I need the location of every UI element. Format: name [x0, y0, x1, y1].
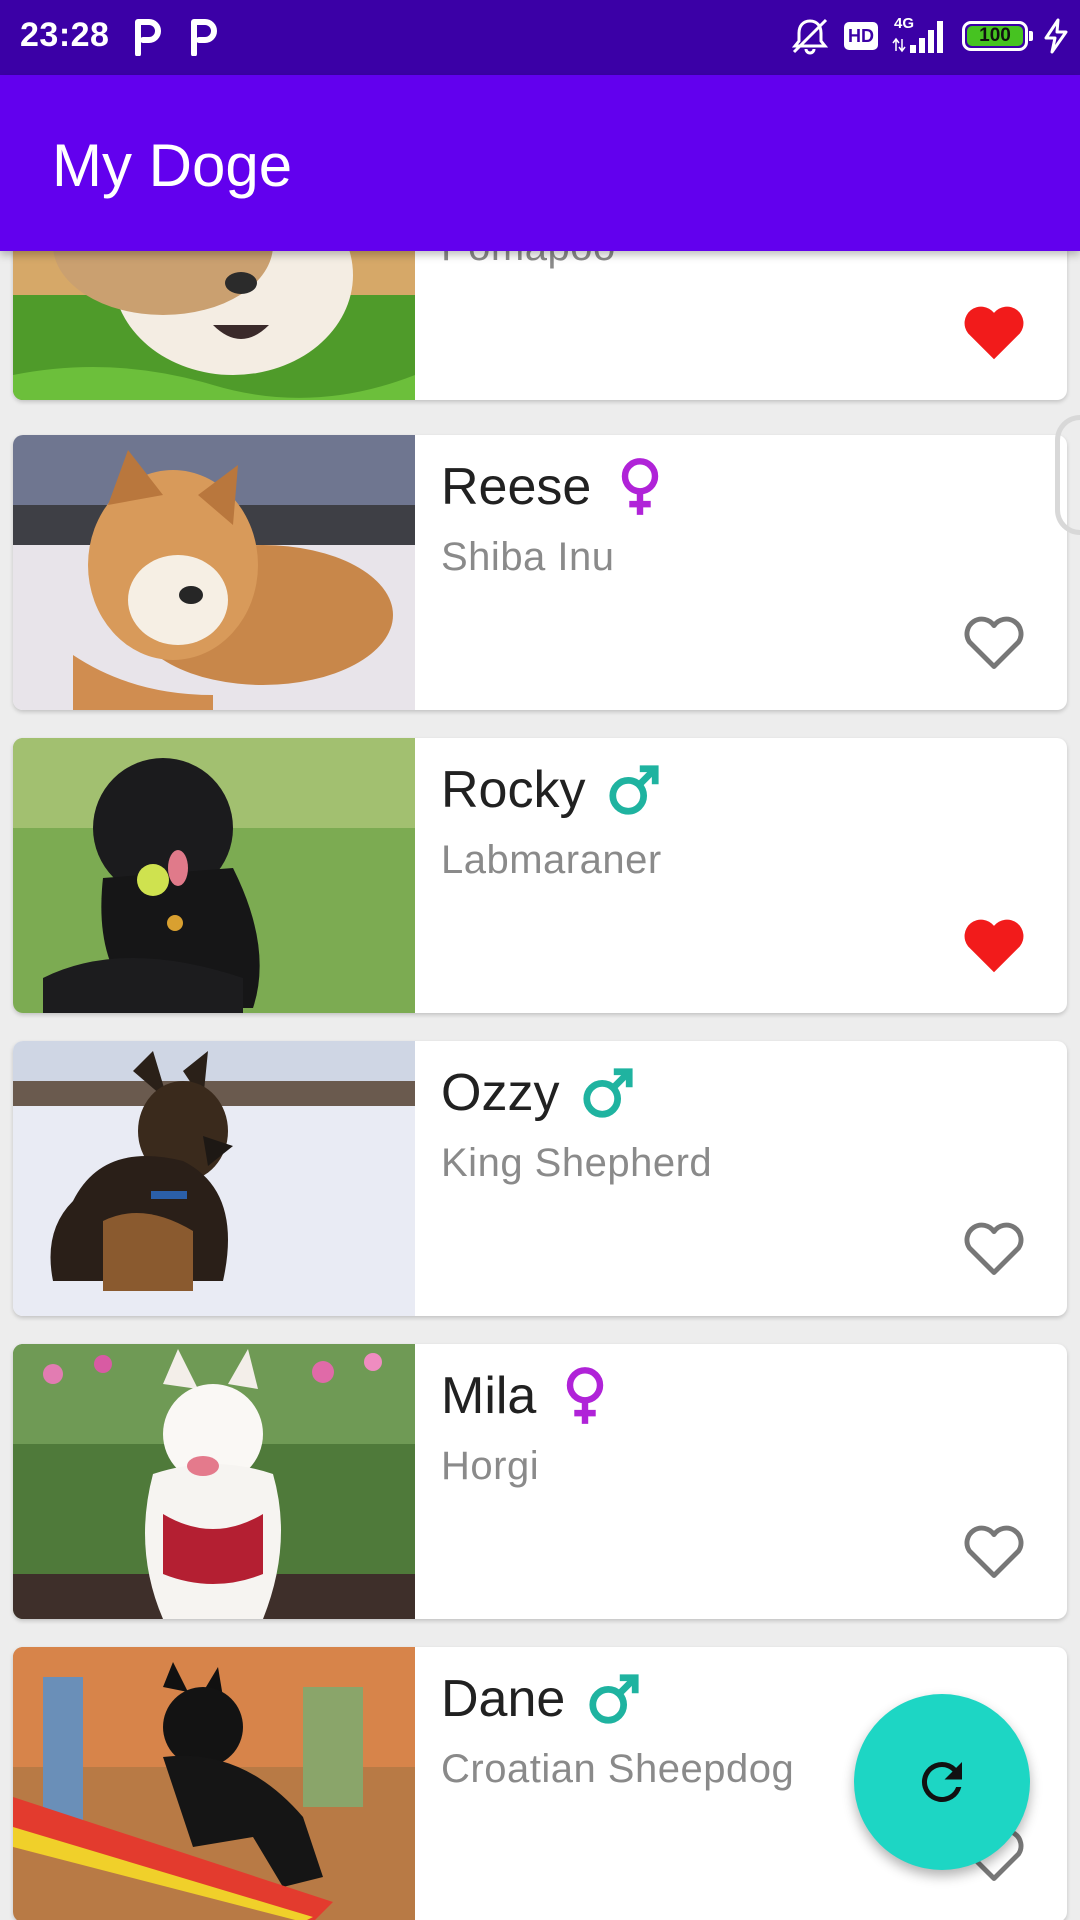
dog-photo: [13, 1647, 415, 1920]
dog-photo: [13, 1041, 415, 1316]
dog-breed: Labmaraner: [441, 838, 662, 882]
signal-4g-icon: 4G: [892, 15, 948, 55]
battery-icon: 100: [962, 21, 1033, 51]
dog-name: Ozzy: [441, 1063, 635, 1123]
dog-photo: [13, 251, 415, 400]
favorite-outline-icon[interactable]: [961, 1521, 1027, 1581]
dog-card[interactable]: Mila Horgi: [13, 1344, 1067, 1619]
favorite-outline-icon[interactable]: [961, 612, 1027, 672]
status-bar: 23:28 HD 4G 100: [0, 0, 1080, 75]
dog-breed: King Shepherd: [441, 1141, 713, 1185]
charging-icon: [1044, 18, 1068, 54]
parking-p-icon: [135, 19, 161, 56]
dog-breed: Shiba Inu: [441, 535, 615, 579]
dog-breed: Croatian Sheepdog: [441, 1747, 795, 1791]
app-bar: My Doge: [0, 75, 1080, 251]
female-icon: [567, 1367, 604, 1424]
dog-photo: [13, 738, 415, 1013]
female-icon: [622, 458, 659, 515]
favorite-outline-icon[interactable]: [961, 1218, 1027, 1278]
hd-icon: HD: [844, 22, 878, 50]
male-icon: [583, 1068, 634, 1118]
dog-photo: [13, 435, 415, 710]
dog-breed: Pomapoo: [441, 251, 616, 270]
dog-card[interactable]: Ozzy King Shepherd: [13, 1041, 1067, 1316]
male-icon: [609, 765, 660, 815]
dog-card[interactable]: Pomapoo: [13, 251, 1067, 400]
dog-card[interactable]: Rocky Labmaraner: [13, 738, 1067, 1013]
app-title: My Doge: [52, 132, 293, 199]
bell-off-icon: [791, 18, 829, 55]
favorite-filled-icon[interactable]: [961, 915, 1027, 975]
dog-breed: Horgi: [441, 1444, 540, 1488]
parking-p-icon: [191, 19, 217, 56]
dog-name: Mila: [441, 1366, 612, 1426]
male-icon: [589, 1674, 639, 1724]
favorite-filled-icon[interactable]: [961, 302, 1027, 362]
dog-name: Dane: [441, 1669, 641, 1729]
dog-list[interactable]: Pomapoo Reese Shiba Inu: [0, 251, 1080, 1920]
dog-photo: [13, 1344, 415, 1619]
status-time: 23:28: [20, 16, 110, 54]
dog-name: Reese: [441, 457, 667, 517]
refresh-button[interactable]: [854, 1694, 1030, 1870]
dog-name: Rocky: [441, 760, 661, 820]
refresh-icon: [921, 1762, 962, 1802]
dog-card[interactable]: Reese Shiba Inu: [13, 435, 1067, 710]
scroll-indicator[interactable]: [1055, 415, 1080, 535]
battery-level: 100: [979, 25, 1011, 46]
